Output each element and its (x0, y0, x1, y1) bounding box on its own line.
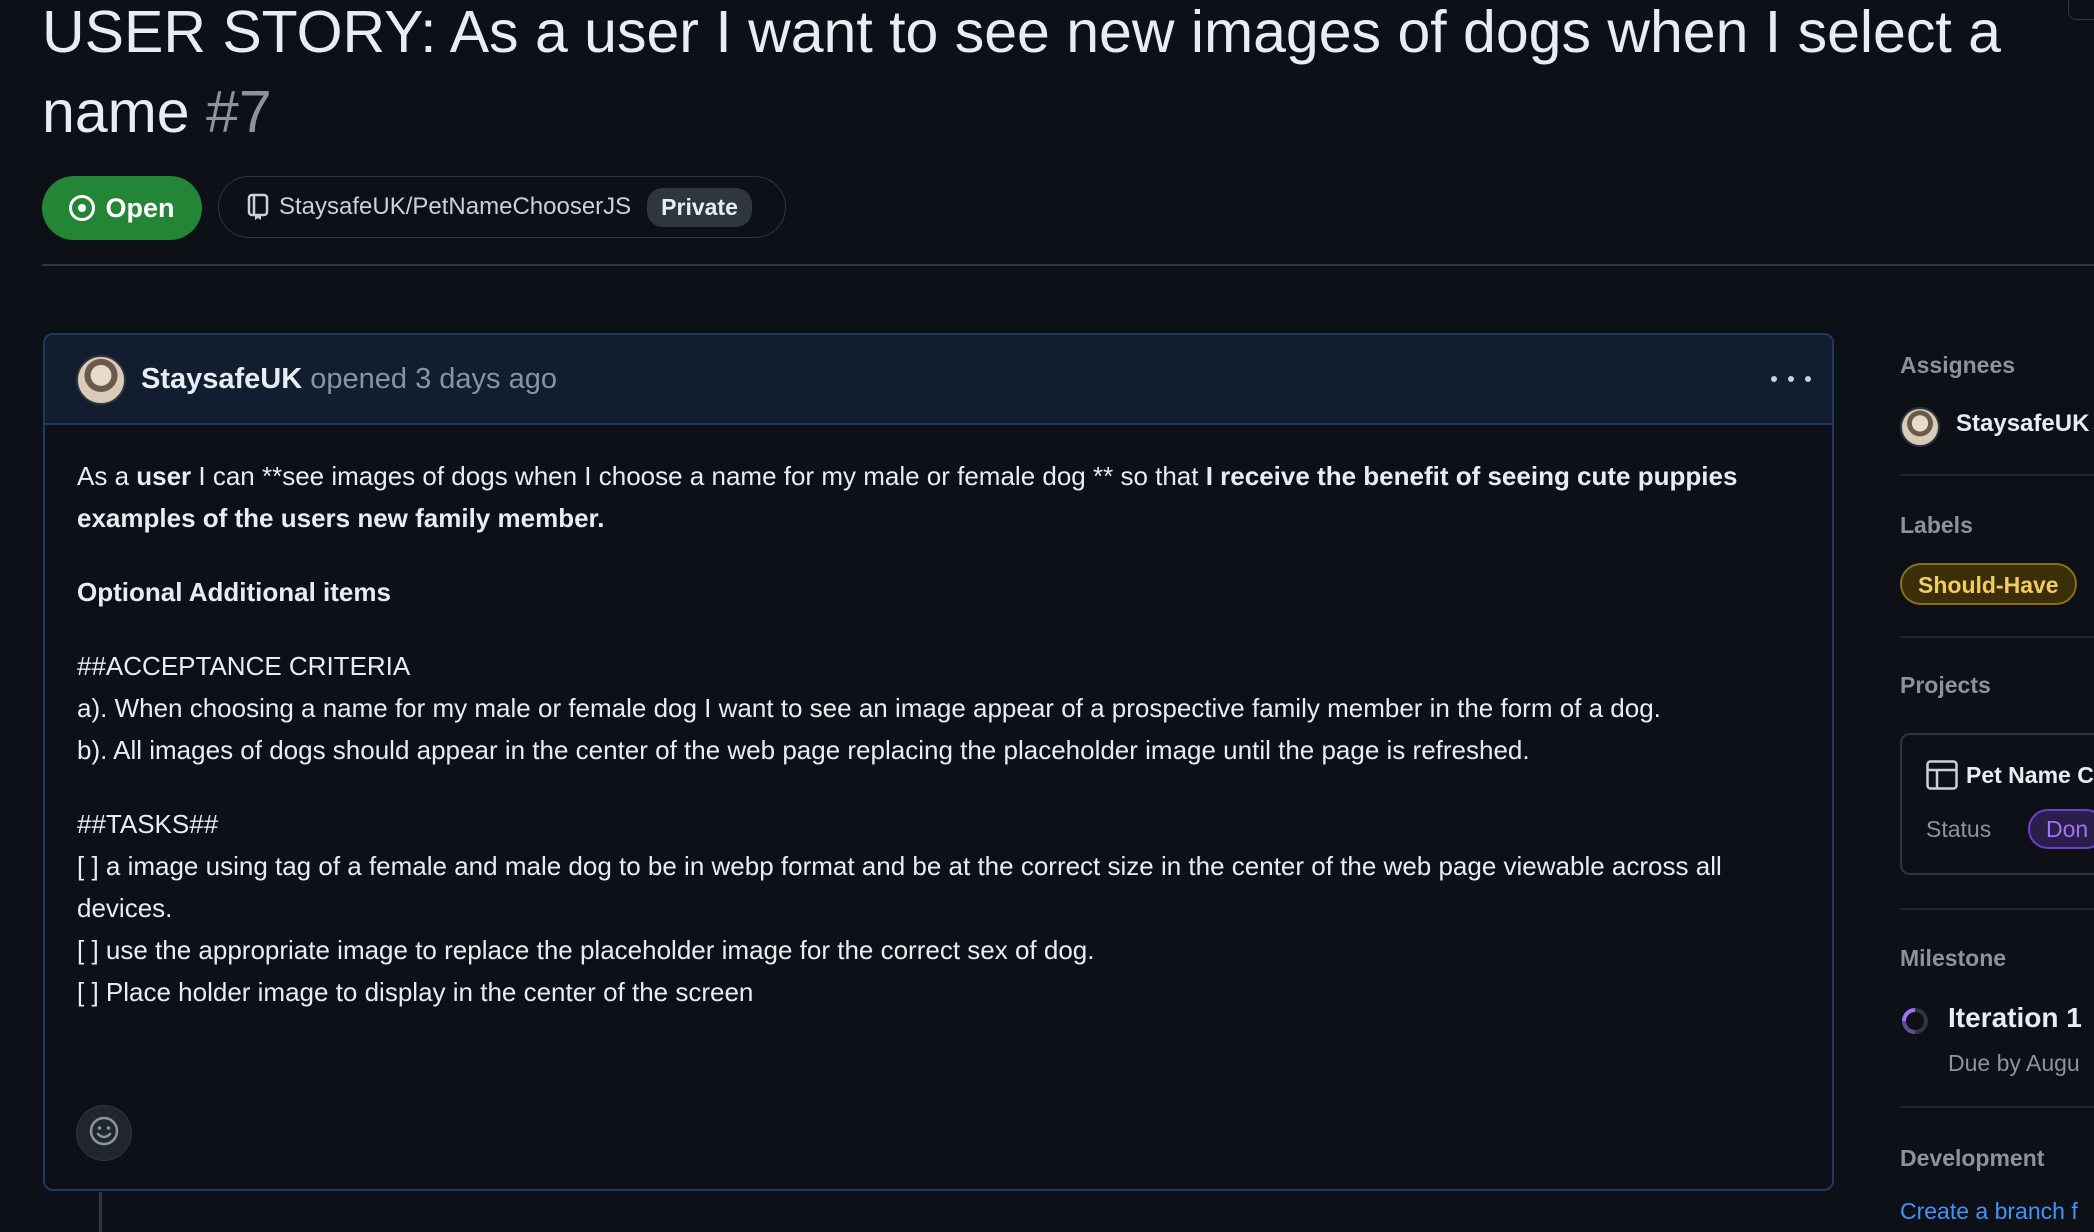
assignees-heading[interactable]: Assignees (1900, 352, 2015, 379)
project-name[interactable]: Pet Name C (1966, 762, 2094, 789)
more-options-icon[interactable] (1771, 361, 1811, 397)
milestone-name[interactable]: Iteration 1 (1948, 1002, 2082, 1034)
optional-items-heading: Optional Additional items (77, 571, 1817, 613)
assignee-avatar[interactable] (1900, 407, 1940, 447)
comment-author[interactable]: StaysafeUK (141, 363, 302, 395)
header-divider (42, 264, 2094, 266)
status-badge-open: Open (42, 176, 202, 240)
issue-number: #7 (206, 79, 272, 145)
milestone-progress-icon (1900, 1006, 1930, 1041)
comment-timestamp: opened 3 days ago (310, 363, 557, 395)
story-role: user (136, 461, 192, 491)
projects-heading[interactable]: Projects (1900, 672, 1991, 699)
criteria-item: b). All images of dogs should appear in … (77, 735, 1530, 765)
tasks-section: ##TASKS## [ ] a image using tag of a fem… (77, 803, 1817, 1013)
acceptance-criteria: ##ACCEPTANCE CRITERIA a). When choosing … (77, 645, 1817, 771)
assignee-name[interactable]: StaysafeUK (1956, 410, 2089, 438)
visibility-badge: Private (647, 187, 752, 227)
story-text: I can **see images of dogs when I choose… (191, 461, 1206, 491)
labels-heading[interactable]: Labels (1900, 512, 1973, 539)
repo-pill[interactable]: StaysafeUK/PetNameChooserJS Private (218, 176, 786, 238)
milestone-due-date: Due by Augu (1948, 1050, 2080, 1076)
project-status-label: Status (1926, 816, 1992, 842)
comment-header: StaysafeUK opened 3 days ago (45, 335, 1832, 425)
issue-opened-icon (69, 195, 96, 221)
avatar[interactable] (76, 355, 126, 405)
status-badge-label: Open (105, 192, 175, 223)
tasks-heading: ##TASKS## (77, 809, 219, 839)
issue-title: USER STORY: As a user I want to see new … (42, 0, 2042, 152)
smiley-icon (88, 1115, 120, 1152)
timeline-line (99, 1192, 102, 1232)
task-item: [ ] a image using tag of a female and ma… (77, 851, 1722, 923)
comment-body: As a user I can **see images of dogs whe… (77, 455, 1817, 1045)
criteria-item: a). When choosing a name for my male or … (77, 693, 1661, 723)
sidebar-divider (1900, 908, 2094, 910)
add-reaction-button[interactable] (76, 1105, 132, 1161)
acceptance-heading: ##ACCEPTANCE CRITERIA (77, 651, 411, 681)
story-text: As a (77, 461, 137, 491)
milestone-heading[interactable]: Milestone (1900, 945, 2006, 972)
development-heading[interactable]: Development (1900, 1145, 2044, 1172)
sidebar-divider (1900, 1106, 2094, 1108)
repo-icon (247, 193, 269, 221)
sidebar-divider (1900, 474, 2094, 476)
issue-comment-card: StaysafeUK opened 3 days ago As a user I… (43, 333, 1834, 1191)
project-status-chip[interactable]: Don (2028, 809, 2094, 849)
create-branch-link[interactable]: Create a branch f (1900, 1198, 2078, 1225)
repo-link[interactable]: StaysafeUK/PetNameChooserJS (279, 193, 631, 221)
task-item: [ ] use the appropriate image to replace… (77, 935, 1095, 965)
project-card[interactable] (1900, 733, 2094, 875)
optional-items-text: Optional Additional items (77, 577, 391, 607)
edit-button[interactable] (2068, 0, 2094, 20)
issue-title-text: USER STORY: As a user I want to see new … (42, 0, 2001, 145)
task-item: [ ] Place holder image to display in the… (77, 977, 754, 1007)
comment-author-line: StaysafeUK opened 3 days ago (141, 357, 557, 401)
story-paragraph: As a user I can **see images of dogs whe… (77, 455, 1817, 539)
table-icon (1926, 760, 1958, 795)
sidebar-divider (1900, 636, 2094, 638)
label-should-have[interactable]: Should-Have (1900, 563, 2077, 605)
